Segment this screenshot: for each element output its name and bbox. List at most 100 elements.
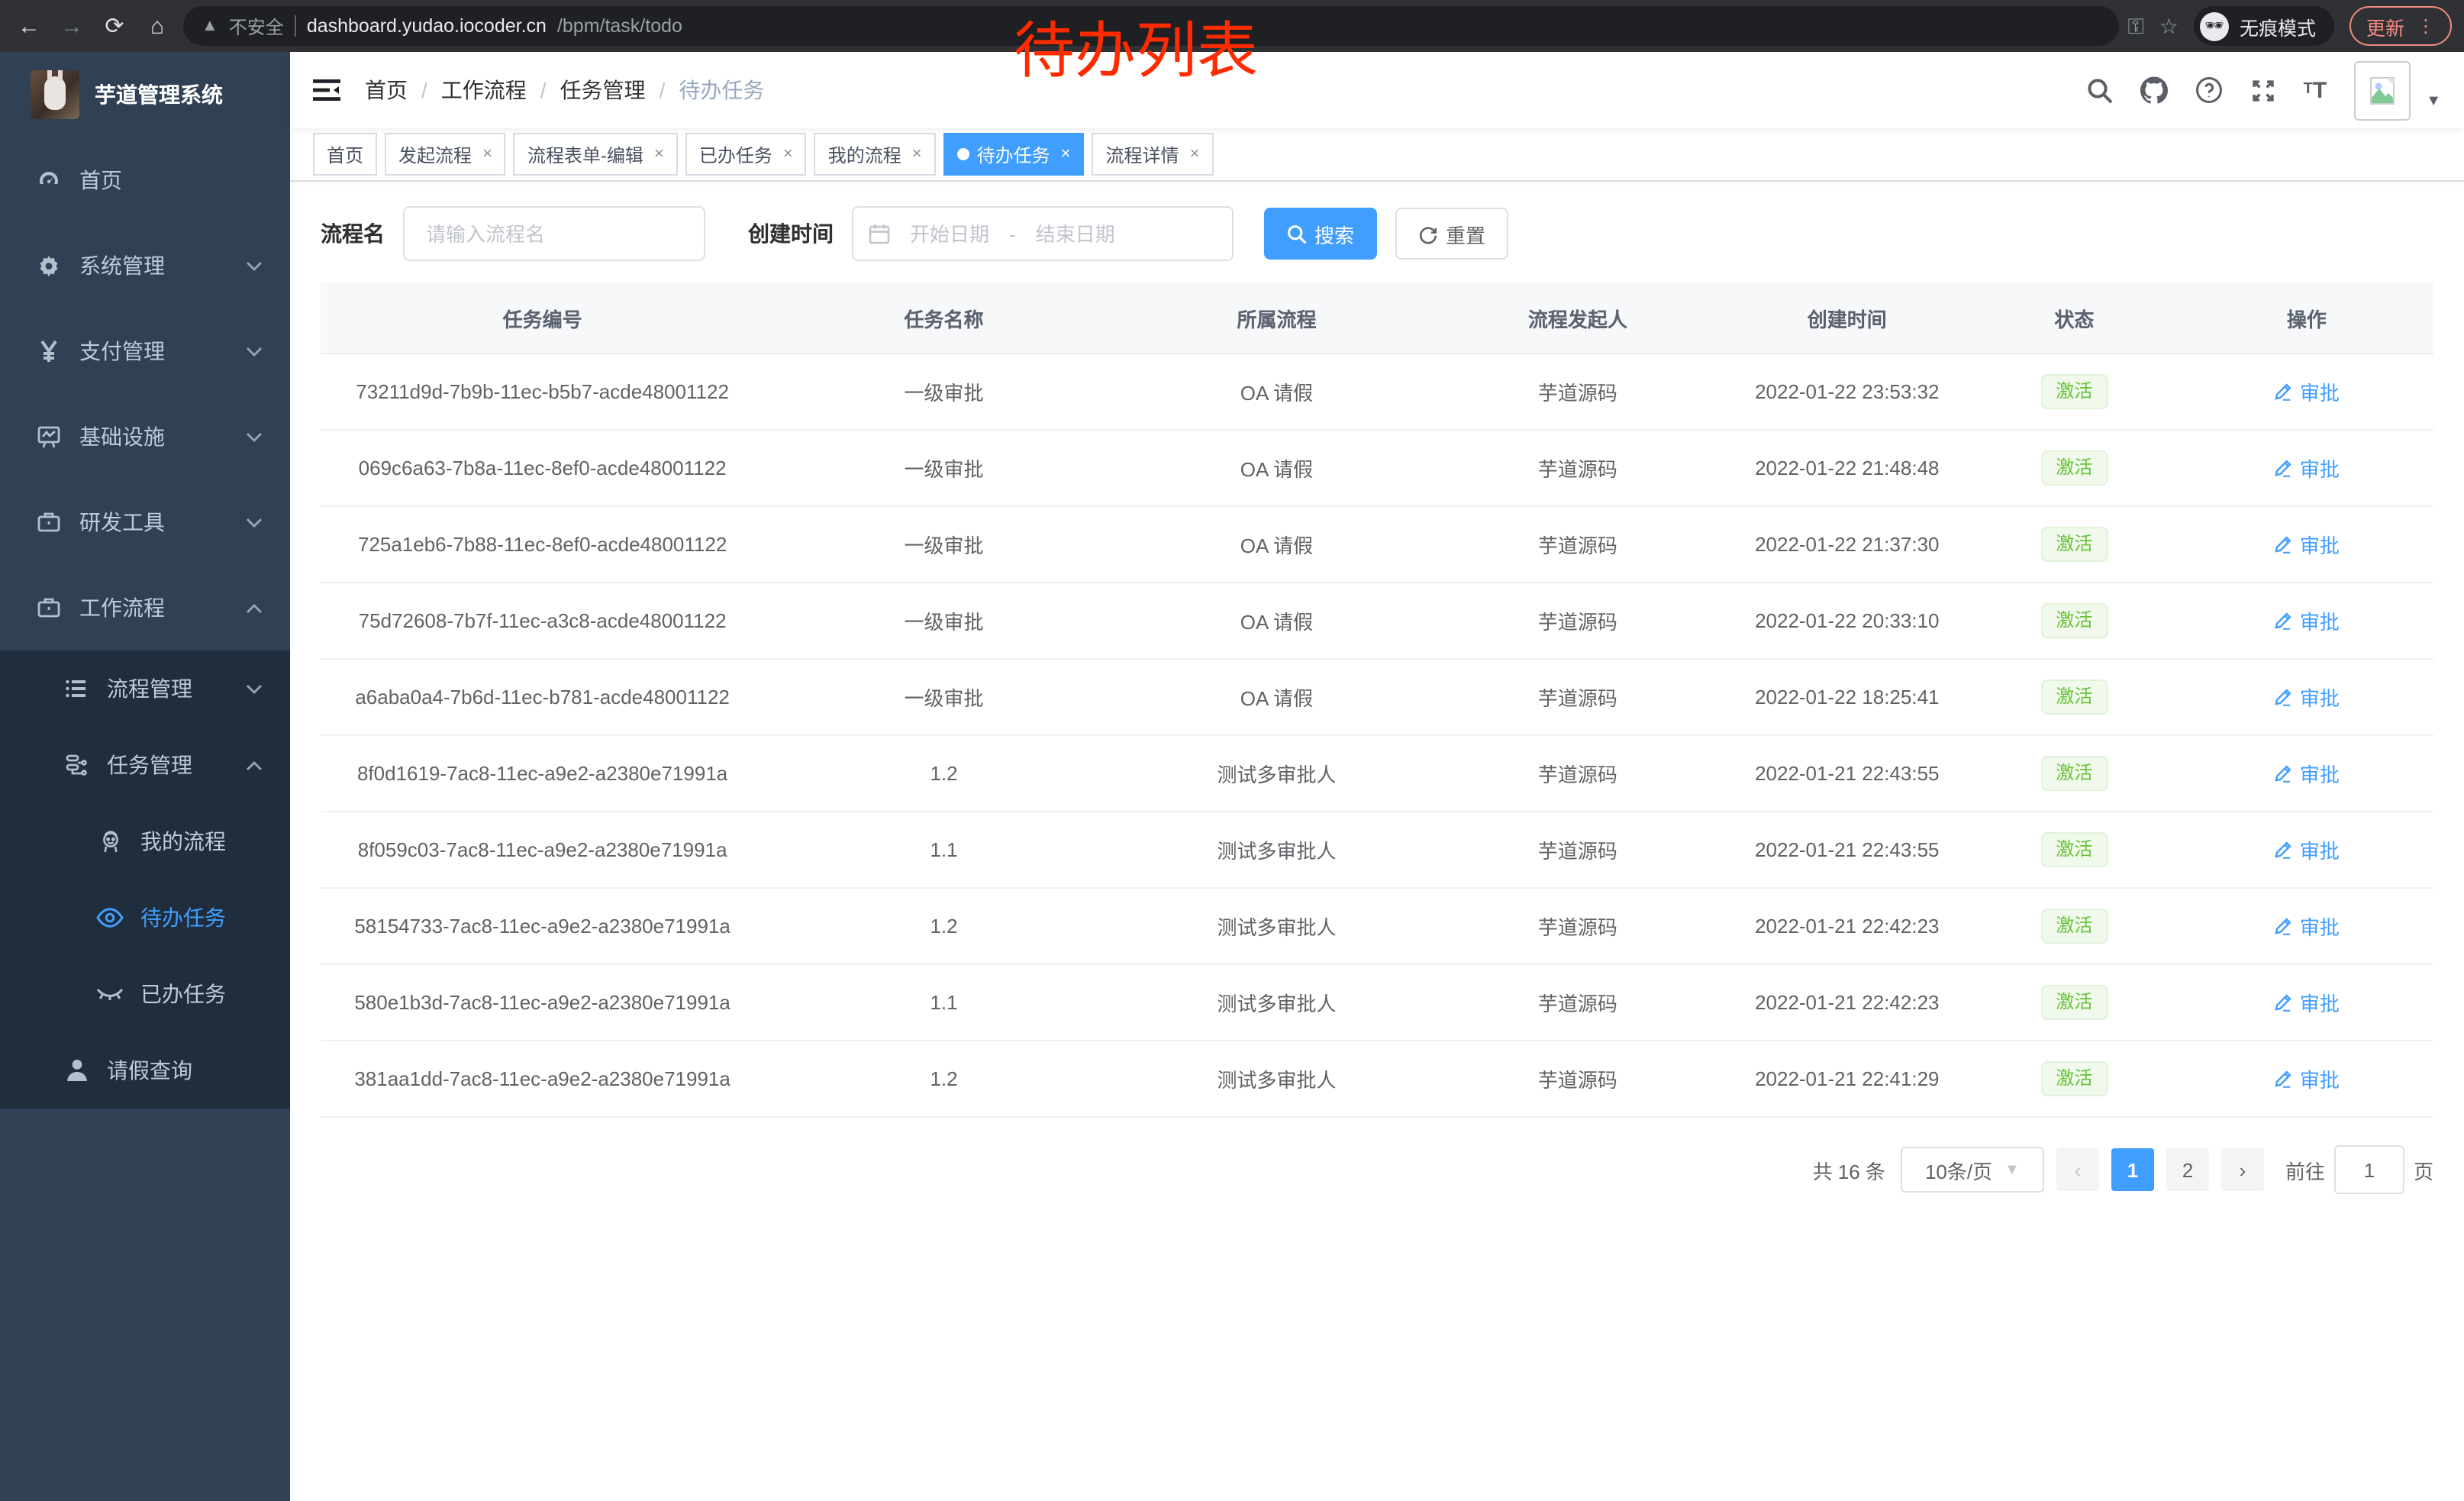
search-icon[interactable] [2087, 77, 2113, 103]
tab-我的流程[interactable]: 我的流程 × [814, 133, 936, 176]
incognito-label: 无痕模式 [2240, 11, 2316, 40]
status-badge: 激活 [2040, 909, 2108, 944]
close-icon[interactable]: × [912, 145, 922, 163]
approve-link[interactable]: 审批 [2274, 530, 2340, 559]
page-button-1[interactable]: 1 [2111, 1148, 2154, 1191]
sidebar-item-工作流程[interactable]: 工作流程 [0, 565, 290, 650]
todo-task-table: 任务编号任务名称所属流程流程发起人创建时间状态操作 73211d9d-7b9b-… [321, 282, 2433, 1118]
table-row: 58154733-7ac8-11ec-a9e2-a2380e71991a1.2测… [321, 888, 2433, 964]
sidebar-item-label: 工作流程 [79, 592, 246, 623]
font-size-icon[interactable]: TT [2304, 79, 2327, 102]
approve-link[interactable]: 审批 [2274, 454, 2340, 483]
sidebar-item-研发工具[interactable]: 研发工具 [0, 479, 290, 565]
start-date-input[interactable] [899, 221, 1000, 247]
sidebar-item-流程管理[interactable]: 流程管理 [0, 650, 290, 727]
sidebar-collapse-icon[interactable] [313, 78, 340, 102]
approve-link[interactable]: 审批 [2274, 606, 2340, 635]
reset-button[interactable]: 重置 [1395, 208, 1508, 260]
bookmark-star-icon[interactable]: ☆ [2159, 13, 2179, 39]
browser-forward-icon[interactable]: → [55, 9, 89, 43]
page-size-select[interactable]: 10条/页 ▼ [1901, 1147, 2044, 1193]
close-icon[interactable]: × [783, 145, 793, 163]
cell-created: 2022-01-21 22:43:55 [1726, 812, 1969, 888]
breadcrumb-item-首页[interactable]: 首页 [365, 75, 408, 105]
sidebar-item-我的流程[interactable]: 我的流程 [0, 803, 290, 880]
tab-流程详情[interactable]: 流程详情× [1092, 133, 1214, 176]
status-badge: 激活 [2040, 375, 2108, 409]
sidebar-item-任务管理[interactable]: 任务管理 [0, 727, 290, 803]
browser-reload-icon[interactable]: ⟳ [98, 9, 131, 43]
table-row: 069c6a63-7b8a-11ec-8ef0-acde48001122一级审批… [321, 430, 2433, 506]
cell-action: 审批 [2180, 583, 2433, 659]
cell-action: 审批 [2180, 506, 2433, 583]
table-body: 73211d9d-7b9b-11ec-b5b7-acde48001122一级审批… [321, 353, 2433, 1117]
sidebar-item-基础设施[interactable]: 基础设施 [0, 394, 290, 479]
password-key-icon[interactable]: ⚿ [2128, 13, 2144, 39]
tab-流程表单-编辑[interactable]: 流程表单-编辑× [514, 133, 678, 176]
page-button-2[interactable]: 2 [2166, 1148, 2209, 1191]
chevron-down-icon [246, 346, 263, 357]
browser-home-icon[interactable]: ⌂ [140, 9, 174, 43]
status-badge: 激活 [2040, 604, 2108, 638]
cell-action: 审批 [2180, 964, 2433, 1041]
prev-page-button[interactable]: ‹ [2056, 1148, 2099, 1191]
approve-link[interactable]: 审批 [2274, 377, 2340, 406]
close-icon[interactable]: × [1061, 145, 1071, 163]
cell-process: 测试多审批人 [1124, 735, 1430, 812]
browser-back-icon[interactable]: ← [12, 9, 46, 43]
approve-link[interactable]: 审批 [2274, 1064, 2340, 1093]
calendar-icon [869, 223, 890, 244]
search-button[interactable]: 搜索 [1264, 208, 1377, 260]
approve-link[interactable]: 审批 [2274, 912, 2340, 941]
screen: ← → ⟳ ⌂ ▲ 不安全 dashboard.yudao.iocoder.cn… [0, 0, 2464, 1501]
help-icon[interactable] [2195, 76, 2223, 104]
breadcrumb-item-工作流程[interactable]: 工作流程 [441, 75, 527, 105]
cell-process: OA 请假 [1124, 583, 1430, 659]
status-badge: 激活 [2040, 451, 2108, 486]
cell-task-id: 725a1eb6-7b88-11ec-8ef0-acde48001122 [321, 506, 764, 583]
goto-page-input[interactable] [2334, 1145, 2404, 1194]
github-icon[interactable] [2140, 76, 2168, 104]
cell-starter: 芋道源码 [1430, 353, 1726, 430]
cell-task-name: 一级审批 [764, 430, 1124, 506]
user-avatar[interactable] [2354, 60, 2411, 120]
avatar-dropdown-caret-icon[interactable]: ▼ [2426, 92, 2441, 109]
sidebar-item-待办任务[interactable]: 待办任务 [0, 880, 290, 956]
sidebar-item-首页[interactable]: 首页 [0, 137, 290, 223]
sidebar-item-系统管理[interactable]: 系统管理 [0, 223, 290, 308]
gear-icon [31, 253, 67, 278]
breadcrumb-item-任务管理[interactable]: 任务管理 [560, 75, 646, 105]
cell-task-name: 一级审批 [764, 506, 1124, 583]
eye-closed-icon [92, 985, 128, 1003]
app-logo[interactable]: 芋道管理系统 [0, 52, 290, 137]
browser-update-button[interactable]: 更新 ⋮ [2350, 6, 2452, 46]
approve-link[interactable]: 审批 [2274, 988, 2340, 1017]
cell-task-id: 58154733-7ac8-11ec-a9e2-a2380e71991a [321, 888, 764, 964]
tab-label: 我的流程 [828, 141, 901, 167]
breadcrumb-separator: / [540, 78, 547, 102]
close-icon[interactable]: × [482, 145, 492, 163]
approve-link[interactable]: 审批 [2274, 759, 2340, 788]
process-name-input[interactable] [423, 221, 685, 247]
approve-link[interactable]: 审批 [2274, 835, 2340, 864]
tab-待办任务[interactable]: 待办任务× [943, 133, 1085, 176]
cell-status: 激活 [1969, 583, 2180, 659]
close-icon[interactable]: × [1190, 145, 1200, 163]
cell-created: 2022-01-22 18:25:41 [1726, 659, 1969, 735]
table-header-row: 任务编号任务名称所属流程流程发起人创建时间状态操作 [321, 282, 2433, 353]
next-page-button[interactable]: › [2221, 1148, 2264, 1191]
sidebar-item-请假查询[interactable]: 请假查询 [0, 1032, 290, 1109]
tab-发起流程[interactable]: 发起流程× [385, 133, 506, 176]
close-icon[interactable]: × [654, 145, 664, 163]
sidebar-item-已办任务[interactable]: 已办任务 [0, 956, 290, 1032]
date-range-picker[interactable]: - [852, 206, 1234, 261]
fullscreen-icon[interactable] [2250, 77, 2276, 103]
tab-首页[interactable]: 首页 [313, 133, 377, 176]
approve-link[interactable]: 审批 [2274, 683, 2340, 712]
browser-menu-icon[interactable]: ⋮ [2417, 15, 2435, 37]
sidebar-item-支付管理[interactable]: 支付管理 [0, 308, 290, 394]
tab-已办任务[interactable]: 已办任务× [685, 133, 807, 176]
cell-status: 激活 [1969, 735, 2180, 812]
end-date-input[interactable] [1025, 221, 1126, 247]
address-bar[interactable]: ▲ 不安全 dashboard.yudao.iocoder.cn /bpm/ta… [183, 6, 2119, 46]
